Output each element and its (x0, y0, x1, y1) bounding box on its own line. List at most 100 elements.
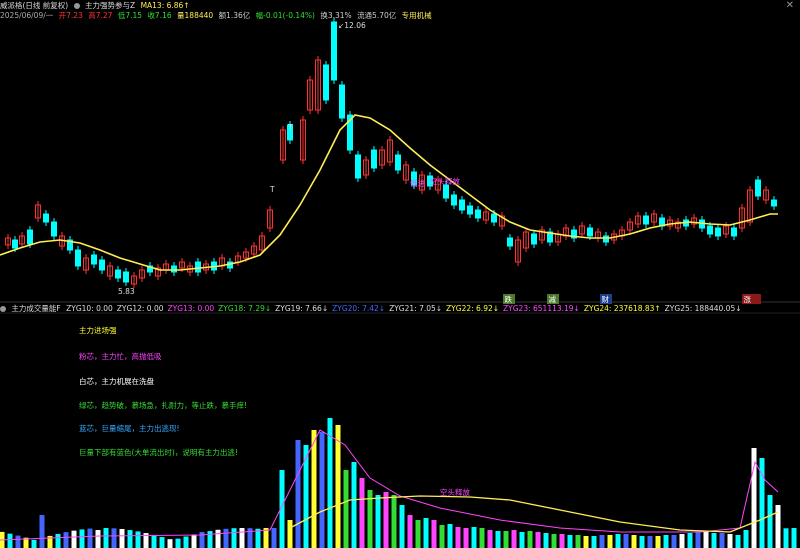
indicator-value: ZYG10: 0.00 (66, 304, 113, 313)
volume-bar (215, 529, 221, 548)
candle-body (707, 225, 713, 235)
volume-bar (239, 528, 245, 548)
volume-bar (87, 528, 93, 548)
volume-bar (319, 432, 325, 548)
candle-body (51, 221, 57, 237)
close-icon[interactable]: ✕ (786, 0, 794, 11)
volume-bar (351, 462, 357, 548)
volume-bar (399, 505, 405, 548)
volume-bar (671, 535, 677, 548)
volume-bar (487, 530, 493, 548)
volume-bar (591, 536, 597, 548)
quote-float: 流通5.70亿 (357, 11, 397, 20)
candle-body (587, 227, 593, 237)
candle-body (755, 179, 761, 197)
candle-body (459, 199, 465, 211)
volume-bar (703, 531, 709, 548)
volume-bar (223, 528, 229, 548)
volume-panel-title[interactable]: 主力成交量能F (11, 304, 60, 313)
volume-bar (159, 537, 165, 548)
volume-bar (735, 535, 741, 548)
volume-bar (495, 531, 501, 548)
indicator-value: ZYG12: 0.00 (116, 304, 164, 313)
volume-bar (767, 495, 773, 548)
indicator-toggle-icon[interactable] (73, 3, 80, 9)
volume-bar (543, 533, 549, 548)
low-price-label: 5.83 (118, 287, 135, 296)
volume-bar (183, 536, 189, 548)
quote-low: 低7.15 (117, 11, 143, 20)
candle-body (339, 84, 345, 119)
volume-bar (375, 495, 381, 548)
volume-bar (439, 525, 445, 548)
indicator-values: ZYG10: 0.00 ZYG12: 0.00 ZYG13: 0.00 ZYG18: … (66, 304, 745, 313)
quote-turnover: 换3.31% (320, 11, 352, 20)
candle-body (603, 235, 609, 243)
volume-bar (391, 495, 397, 548)
volume-bar (719, 533, 725, 548)
volume-bar (415, 520, 421, 548)
volume-bar (559, 534, 565, 548)
indicator-value: ZYG13: 0.00 (167, 304, 215, 313)
quote-row: 2025/06/09/一 开7.23 高7.27 低7.15 收7.16 量18… (0, 10, 435, 21)
quote-change: 幅-0.01(-0.14%) (255, 11, 315, 20)
indicator-value: ZYG25: 188440.05↓ (664, 304, 742, 313)
volume-bar (135, 531, 141, 548)
candle-body (731, 227, 737, 237)
volume-bar (727, 534, 733, 548)
candle-body (715, 227, 721, 237)
volume-bar (535, 532, 541, 548)
high-price-label: ↙12.06 (338, 21, 366, 30)
volume-bar (127, 530, 133, 548)
volume-bar (383, 492, 389, 548)
legend-line: 蓝芯，巨量缩尾，主力出逃现! (79, 424, 180, 433)
panel-toggle-icon[interactable] (0, 306, 6, 312)
annotation-low-entry: 低进 (410, 178, 425, 188)
volume-bar (791, 528, 797, 548)
candle-body (43, 213, 49, 223)
volume-bar (639, 536, 645, 548)
t-marker: T (269, 185, 275, 194)
chart-canvas[interactable]: ↙12.065.83低进 空头释放TT空头释放跌减财涨 (0, 0, 800, 548)
volume-bar (111, 528, 117, 548)
quote-high: 高7.27 (88, 11, 113, 20)
annotation-short-release: 空头释放 (430, 176, 460, 186)
volume-bar (95, 530, 101, 548)
volume-bar (343, 470, 349, 548)
volume-bar (503, 531, 509, 548)
t-marker: T (287, 123, 293, 132)
volume-bar (527, 531, 533, 548)
volume-bar (335, 425, 341, 548)
candle-body (443, 184, 449, 199)
volume-bar (447, 524, 453, 548)
volume-bar (599, 535, 605, 548)
quote-open: 开7.23 (58, 11, 83, 20)
candle-body (395, 154, 401, 171)
volume-bar (551, 534, 557, 548)
volume-bar (783, 528, 789, 548)
volume-bar (207, 531, 213, 548)
volume-bar (471, 527, 477, 548)
volume-bar (519, 532, 525, 548)
candle-body (75, 249, 81, 267)
indicator-value: ZYG22: 6.92↓ (446, 304, 500, 313)
window-title: 威派格(日线 前复权) (0, 1, 69, 10)
volume-bar (63, 532, 69, 548)
indicator-value: ZYG18: 7.29↓ (218, 304, 272, 313)
candle-body (331, 21, 337, 81)
quote-amount: 额1.36亿 (218, 11, 251, 20)
volume-bar (623, 534, 629, 548)
volume-bar (31, 539, 37, 548)
candle-body (771, 199, 777, 207)
volume-bar (263, 528, 269, 548)
volume-bar (71, 530, 77, 548)
candle-body (491, 213, 497, 223)
volume-bar (479, 528, 485, 548)
indicator-value: ZYG21: 7.05↓ (389, 304, 443, 313)
indicator-name[interactable]: 主力强势参与Z (85, 1, 135, 10)
volume-bar (287, 520, 293, 548)
volume-bar (231, 528, 237, 548)
quote-industry-tag[interactable]: 专用机械 (402, 11, 432, 20)
volume-bar (79, 529, 85, 548)
volume-bar (455, 527, 461, 548)
